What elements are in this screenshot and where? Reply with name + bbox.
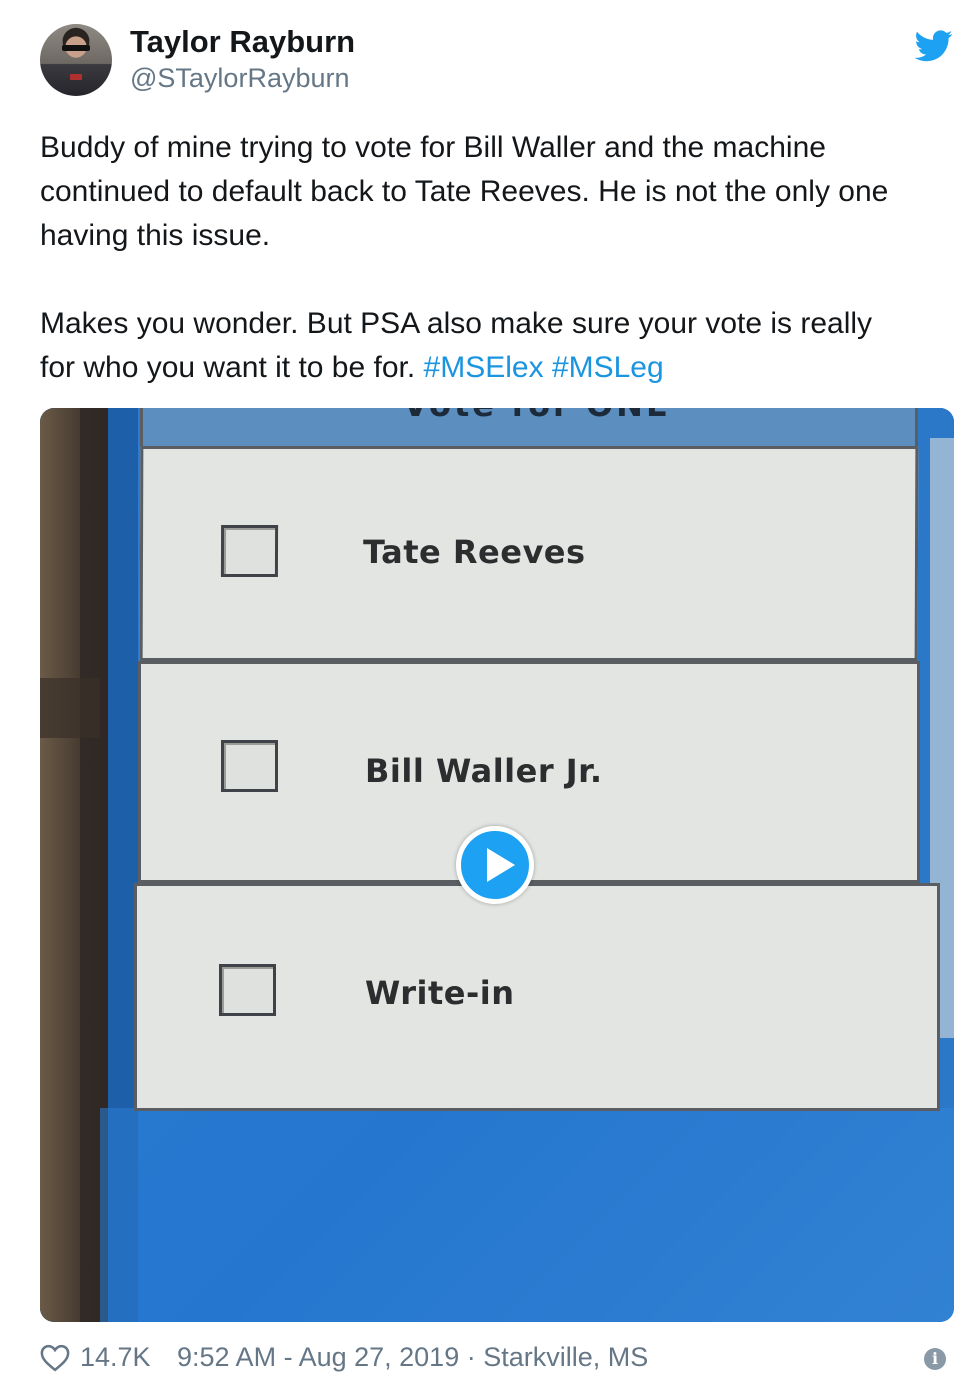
tweet-line: Makes you wonder. But PSA also make sure… <box>40 307 873 340</box>
ballot-header: Vote for ONE <box>140 408 918 446</box>
info-icon[interactable]: i <box>924 1348 946 1370</box>
tweet-line: continued to default back to Tate Reeves… <box>40 175 889 208</box>
user-handle[interactable]: @STaylorRayburn <box>130 63 350 94</box>
play-icon[interactable] <box>456 826 534 904</box>
hashtag-mselex-link[interactable]: #MSElex <box>424 351 544 384</box>
tweet-line: Buddy of mine trying to vote for Bill Wa… <box>40 131 826 164</box>
tweet-footer: 14.7K 9:52 AM - Aug 27, 2019 · Starkvill… <box>40 1340 960 1380</box>
tweet-line-with-hashtags: for who you want it to be for. #MSElex #… <box>40 346 960 390</box>
user-display-name[interactable]: Taylor Rayburn <box>130 24 355 60</box>
ballot-checkbox[interactable] <box>220 525 279 577</box>
ballot-option-tate-reeves[interactable]: Tate Reeves <box>139 446 919 661</box>
candidate-name: Bill Waller Jr. <box>365 752 603 790</box>
avatar-shirt-logo <box>70 74 82 80</box>
heart-icon[interactable] <box>40 1344 70 1372</box>
user-avatar[interactable] <box>40 24 112 96</box>
tweet-timestamp-location[interactable]: 9:52 AM - Aug 27, 2019 · Starkville, MS <box>177 1342 648 1373</box>
tweet-line-text: for who you want it to be for. <box>40 351 424 384</box>
twitter-bird-icon[interactable] <box>915 30 953 62</box>
like-count[interactable]: 14.7K <box>80 1342 151 1373</box>
tweet-card: Taylor Rayburn @STaylorRayburn Buddy of … <box>0 0 980 1383</box>
tweet-body: Buddy of mine trying to vote for Bill Wa… <box>40 126 960 390</box>
candidate-name: Tate Reeves <box>362 533 586 571</box>
ballot-header-text: Vote for ONE <box>403 408 671 424</box>
hashtag-msleg-link[interactable]: #MSLeg <box>552 351 664 384</box>
ballot-checkbox[interactable] <box>221 740 278 792</box>
avatar-sunglasses <box>62 45 90 51</box>
ballot-option-write-in[interactable]: Write-in <box>134 883 940 1111</box>
tweet-line: having this issue. <box>40 219 271 252</box>
ballot-checkbox[interactable] <box>219 964 276 1016</box>
video-thumbnail[interactable]: Vote for ONE Tate Reeves Bill Waller Jr.… <box>40 408 954 1322</box>
candidate-name: Write-in <box>365 974 515 1012</box>
